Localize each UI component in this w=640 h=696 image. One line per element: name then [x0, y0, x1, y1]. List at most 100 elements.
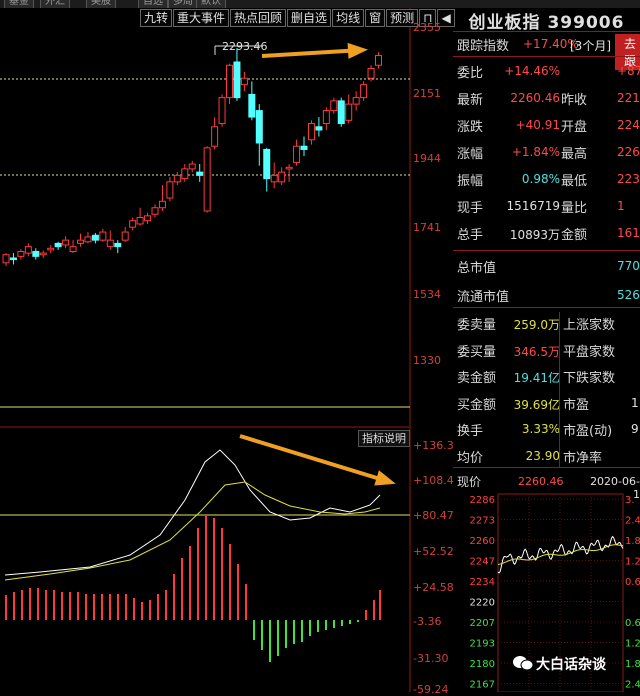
quote-value: 1 — [617, 199, 625, 213]
candle-body — [69, 246, 77, 252]
mini-pct-tick: 0.6 — [625, 618, 640, 629]
candle-body — [330, 100, 338, 112]
candle-body — [173, 174, 181, 183]
mini-pct-tick: 2.4 — [625, 680, 640, 691]
quote-value: 1 — [631, 395, 639, 410]
quote-label: 平盘家数 — [563, 344, 616, 360]
toolbar-button[interactable]: 删自选 — [287, 9, 332, 27]
price-tick: 1944 — [413, 152, 441, 165]
quote-label: 总手 — [457, 228, 484, 243]
candle-body — [367, 67, 375, 79]
candle-body — [248, 93, 256, 118]
indicator-help-button[interactable]: 指标说明 — [358, 430, 410, 447]
indicator-tick: -31.30 — [413, 652, 449, 665]
candle-body — [62, 239, 70, 246]
mini-price-tick: 2260 — [470, 536, 495, 547]
quote-label: 上涨家数 — [563, 318, 616, 333]
divider — [453, 56, 640, 57]
quote-label: 振幅 — [457, 174, 484, 189]
indicator-tick: +52.52 — [413, 545, 454, 558]
quote-label: 最新 — [457, 93, 484, 108]
candle-body — [32, 250, 40, 257]
quote-label: 开盘 — [561, 120, 588, 135]
mini-price-tick: 2167 — [470, 680, 495, 691]
quote-value: 1516719 — [506, 199, 560, 213]
toolbar-button[interactable]: 九转 — [140, 9, 173, 27]
candle-body — [106, 239, 114, 248]
track-period: [3个月] — [570, 39, 611, 53]
candle-body — [211, 126, 219, 147]
candle-body — [77, 239, 84, 244]
candle-body — [293, 145, 301, 163]
toolbar-button[interactable]: 热点回顾 — [230, 9, 287, 27]
candle-body — [9, 257, 17, 261]
candle-body — [54, 242, 62, 248]
divider — [453, 467, 640, 468]
market-cap-label: 总市值 — [457, 261, 497, 276]
quote-label: 市净率 — [563, 450, 603, 466]
price-tick: 2355 — [413, 21, 441, 34]
candle-body — [151, 207, 159, 215]
candle-body — [255, 110, 263, 144]
candle-body — [307, 123, 315, 141]
quote-label: 市盈 — [563, 397, 590, 413]
toolbar-button[interactable]: 窗 — [365, 9, 386, 27]
mini-pct-tick: 1.2 — [625, 639, 640, 650]
candle-body — [39, 252, 47, 256]
candle-body — [99, 231, 107, 241]
divider — [453, 31, 640, 32]
indicator-tick: +108.4 — [413, 474, 454, 487]
toolbar-button[interactable]: 重大事件 — [173, 9, 230, 27]
quote-value: +40.91 — [515, 118, 560, 132]
track-label: 跟踪指数 — [457, 39, 510, 54]
candle-body — [144, 215, 152, 222]
quote-value: 9 — [631, 422, 639, 436]
indicator-tick: +136.3 — [413, 439, 454, 452]
quote-label: 换手 — [457, 424, 484, 439]
quote-value: 2267 — [617, 145, 640, 159]
mini-pct-tick: 1.8 — [625, 536, 640, 547]
divider — [453, 307, 640, 308]
market-cap-value: 7707 — [617, 259, 640, 273]
quote-value: +1.84% — [511, 145, 560, 159]
quote-label: 量比 — [561, 201, 588, 216]
candle-body — [300, 145, 308, 150]
candle-body — [270, 174, 278, 183]
mini-price-tick: 2220 — [470, 598, 495, 609]
indicator-tick: -3.36 — [413, 615, 442, 628]
candle-body — [233, 61, 241, 99]
mini-price-tick: 2193 — [470, 639, 495, 650]
mini-pct-tick: 1.8 — [625, 659, 640, 670]
mini-pct-tick: 0.6 — [625, 577, 640, 588]
quote-label: 涨幅 — [457, 147, 484, 162]
price-tick: 1741 — [413, 221, 441, 234]
float-cap-value: 5265 — [617, 288, 640, 302]
quote-label: 现手 — [457, 201, 484, 216]
price-tick: 2151 — [413, 87, 441, 100]
quote-value: 259.0万 — [513, 318, 560, 332]
candle-body — [129, 220, 137, 228]
candle-body — [352, 97, 360, 105]
trend-arrow — [374, 470, 396, 486]
candle-body — [181, 168, 189, 180]
quote-value: 19.41亿 — [513, 371, 560, 385]
candle-body — [315, 126, 323, 131]
candle-body — [196, 171, 204, 176]
quote-value: 39.69亿 — [513, 397, 560, 412]
toolbar-button[interactable]: 均线 — [332, 9, 365, 27]
quote-value: 2239 — [617, 172, 640, 186]
candle-body — [47, 247, 55, 251]
chart-toolbar: 九转 重大事件 热点回顾 删自选 均线窗预测 ⊓ ◀ — [140, 9, 456, 27]
divider — [559, 312, 560, 467]
quote-value: 161 — [617, 226, 640, 240]
mini-pct-tick: 2.4 — [625, 516, 640, 527]
quote-value: 2260.46 — [510, 91, 560, 105]
candle-body — [285, 166, 293, 170]
mini-price-tick: 2180 — [470, 659, 495, 670]
kline-chart[interactable] — [0, 0, 453, 692]
candle-body — [17, 250, 25, 257]
candle-body — [203, 147, 211, 212]
indicator-tick: +24.58 — [413, 581, 454, 594]
candle-body — [24, 246, 32, 254]
candle-body — [91, 234, 99, 241]
